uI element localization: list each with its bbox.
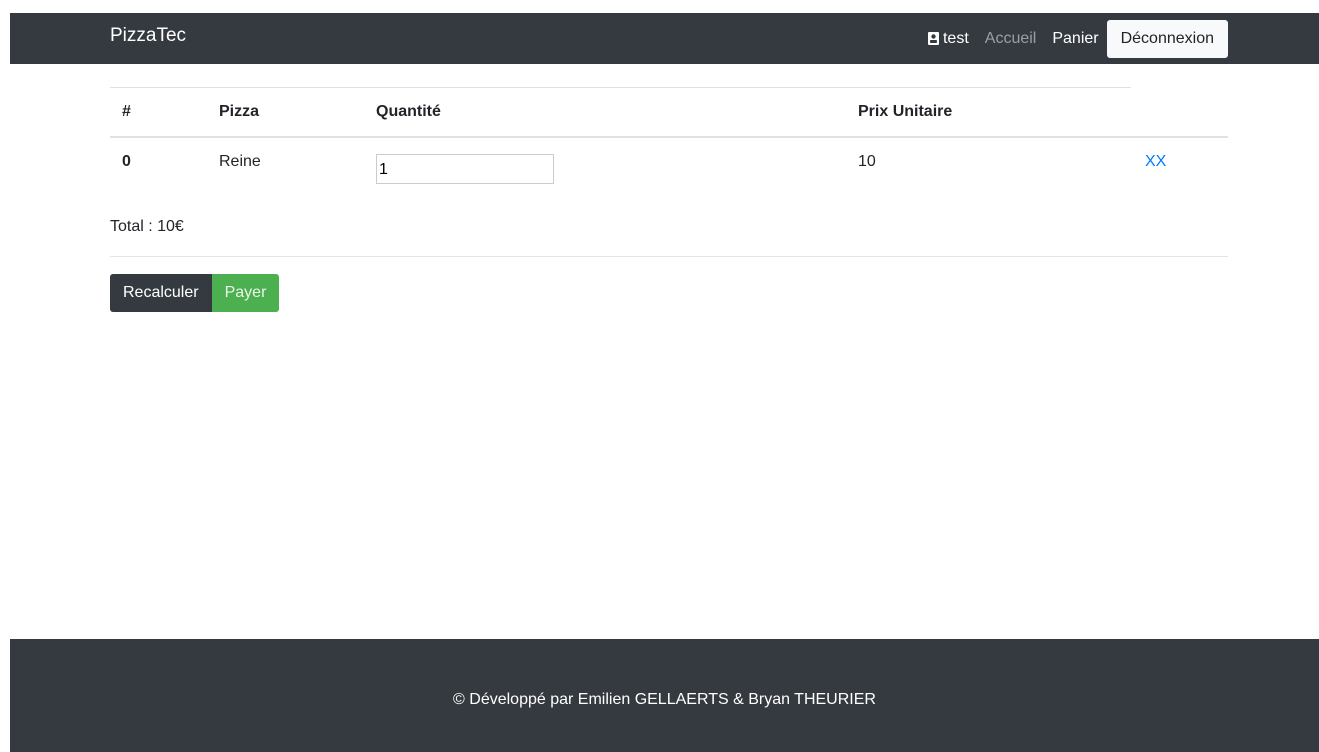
nav-home-link[interactable]: Accueil xyxy=(985,30,1037,48)
table-row: 0 Reine 10 XX xyxy=(110,137,1228,186)
remove-item-link[interactable]: XX xyxy=(1145,153,1166,170)
row-actions-cell: XX xyxy=(1131,137,1228,186)
row-id: 0 xyxy=(122,153,131,170)
nav-right: test Accueil Panier Déconnexion xyxy=(927,13,1228,64)
footer: © Développé par Emilien GELLAERTS & Brya… xyxy=(10,639,1319,752)
logout-button[interactable]: Déconnexion xyxy=(1106,19,1228,58)
header-actions xyxy=(1131,87,1228,138)
row-unit-price: 10 xyxy=(858,153,876,170)
recalculate-button[interactable]: Recalculer xyxy=(110,274,212,312)
row-pizza: Reine xyxy=(219,153,261,170)
header-id: # xyxy=(110,87,207,138)
header-pizza: Pizza xyxy=(207,87,364,138)
user-name: test xyxy=(942,29,969,47)
row-quantity-cell xyxy=(364,137,846,186)
divider xyxy=(110,256,1228,257)
pay-button[interactable]: Payer xyxy=(211,274,280,312)
action-button-group: Recalculer Payer xyxy=(110,274,280,312)
nav-user: test xyxy=(927,29,969,48)
header-quantity: Quantité xyxy=(364,87,846,138)
quantity-input[interactable] xyxy=(376,153,554,184)
nav-cart-link[interactable]: Panier xyxy=(1052,30,1098,48)
table-header-row: # Pizza Quantité Prix Unitaire xyxy=(110,87,1228,138)
navbar: PizzaTec test Accueil Panier Déconnexion xyxy=(10,13,1319,64)
cart-table: # Pizza Quantité Prix Unitaire 0 Reine 1… xyxy=(110,87,1228,186)
top-strip xyxy=(0,0,1319,13)
brand-logo[interactable]: PizzaTec xyxy=(110,24,186,48)
footer-credits: © Développé par Emilien GELLAERTS & Brya… xyxy=(453,691,876,708)
user-badge-icon xyxy=(927,32,939,45)
header-unit-price: Prix Unitaire xyxy=(846,87,1131,138)
cart-total: Total : 10€ xyxy=(110,218,184,235)
